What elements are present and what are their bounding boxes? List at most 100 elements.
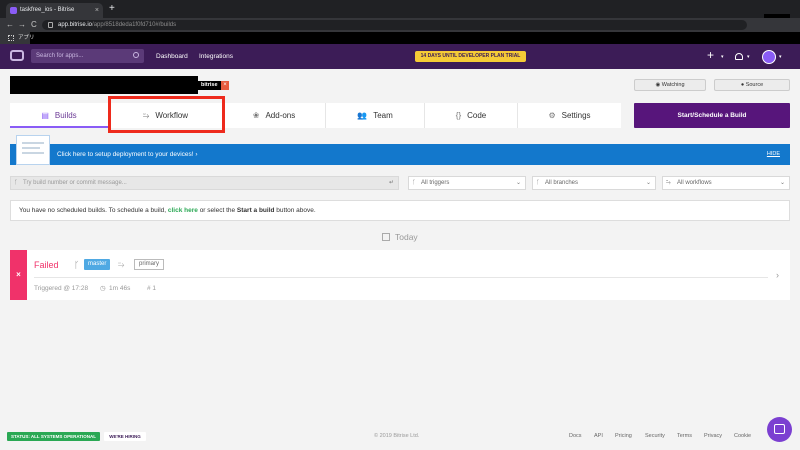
tab-addons[interactable]: ❀ Add-ons: [223, 103, 326, 128]
start-schedule-build-button[interactable]: Start/Schedule a Build: [634, 103, 790, 128]
source-label: Source: [745, 82, 764, 88]
deployment-setup-banner[interactable]: Click here to setup deployment to your d…: [10, 135, 790, 165]
footer-link-terms[interactable]: Terms: [677, 432, 692, 441]
chat-support-button[interactable]: [767, 417, 792, 442]
search-icon: [133, 52, 139, 58]
team-icon: 👥: [357, 111, 368, 120]
browser-tab-title: taskfree_ios - Bitrise: [20, 7, 75, 13]
calendar-icon: [382, 233, 390, 241]
notice-text-1: You have no scheduled builds. To schedul…: [19, 207, 168, 214]
trial-banner[interactable]: 14 DAYS UNTIL DEVELOPER PLAN TRIAL ENDS: [415, 51, 526, 70]
branches-select[interactable]: ᚴ All branches ⌄: [532, 176, 656, 190]
failed-status-icon: ×: [10, 250, 27, 300]
today-label: Today: [395, 232, 418, 242]
tab-builds[interactable]: ▤ Builds: [10, 103, 109, 128]
bookmark-apps[interactable]: アプリ: [8, 34, 35, 42]
code-icon: {}: [455, 111, 462, 120]
build-divider: [34, 277, 768, 278]
build-search-placeholder: Try build number or commit message...: [23, 180, 127, 186]
nav-link-integrations[interactable]: Integrations: [199, 52, 233, 61]
notice-text-3: button above.: [274, 207, 316, 214]
forward-arrow-icon[interactable]: →: [18, 19, 26, 31]
banner-text: Click here to setup deployment to your d…: [57, 144, 198, 165]
builds-icon: ▤: [41, 111, 49, 120]
copyright-text: © 2019 Bitrise Ltd.: [374, 433, 420, 439]
browser-tab[interactable]: taskfree_ios - Bitrise ×: [6, 3, 103, 18]
add-new-plus-icon[interactable]: +: [707, 49, 714, 62]
account-caret-icon[interactable]: ▾: [779, 54, 782, 60]
system-status-badge[interactable]: STATUS: ALL SYSTEMS OPERATIONAL: [7, 432, 100, 441]
schedule-click-here-link[interactable]: click here: [168, 207, 198, 214]
watching-label: Watching: [661, 82, 685, 88]
build-number: # 1: [147, 285, 157, 292]
chevron-down-icon: ⌄: [779, 180, 785, 186]
triggers-select[interactable]: ᚴ All triggers ⌄: [408, 176, 526, 190]
reload-icon[interactable]: C: [31, 19, 37, 31]
user-avatar[interactable]: [762, 50, 776, 64]
build-search-input[interactable]: ᚴ Try build number or commit message... …: [10, 176, 399, 190]
build-duration: 1m 46s: [109, 285, 131, 292]
clock-icon: ◷: [100, 285, 106, 292]
tab-team-label: Team: [373, 111, 393, 120]
new-tab-button[interactable]: +: [109, 3, 115, 15]
footer-link-api[interactable]: API: [594, 432, 603, 441]
notification-bell-icon[interactable]: [735, 53, 743, 60]
hiring-badge[interactable]: WE'RE HIRING: [104, 432, 146, 441]
triggered-time: Triggered @ 17:28: [34, 285, 89, 292]
branches-value: All branches: [545, 180, 579, 186]
footer-link-pricing[interactable]: Pricing: [615, 432, 632, 441]
chevron-right-icon[interactable]: ›: [776, 270, 779, 280]
bookmarks-bar: アプリ: [0, 32, 800, 44]
url-path: /app/8518deda1f0fd710#/builds: [92, 22, 177, 28]
url-field[interactable]: app.bitrise.io/app/8518deda1f0fd710#/bui…: [42, 20, 747, 30]
watching-button[interactable]: ◉ Watching: [634, 79, 706, 91]
notice-text-2: or select the: [197, 207, 237, 214]
app-tabs: ▤ Builds ⥲ Workflow ❀ Add-ons 👥 Team {} Code …: [10, 103, 621, 128]
app-search-input[interactable]: Search for apps...: [31, 49, 144, 63]
browser-address-bar: ← → C app.bitrise.io/app/8518deda1f0fd71…: [0, 18, 800, 32]
lock-icon: [48, 22, 53, 28]
banner-chevron-icon: ›: [195, 151, 198, 158]
footer-link-docs[interactable]: Docs: [569, 432, 582, 441]
bitrise-logo-icon[interactable]: [10, 50, 24, 61]
workflow-filter-icon: ⥲: [666, 180, 671, 186]
apps-grid-icon: [8, 35, 14, 41]
footer-link-security[interactable]: Security: [645, 432, 665, 441]
workflows-select[interactable]: ⥲ All workflows ⌄: [662, 176, 790, 190]
footer-link-cookie[interactable]: Cookie: [734, 432, 751, 441]
settings-icon: ⚙: [548, 111, 556, 120]
tab-code[interactable]: {} Code: [425, 103, 518, 128]
app-name-redacted: [10, 76, 198, 94]
addons-icon: ❀: [252, 111, 260, 120]
tab-settings[interactable]: ⚙ Settings: [518, 103, 621, 128]
workflow-badge: primary: [134, 259, 165, 270]
close-tab-icon[interactable]: ×: [95, 3, 99, 18]
build-status: Failed: [34, 260, 59, 270]
device-illustration-icon: [16, 135, 50, 165]
owner-badge-close-icon[interactable]: ×: [221, 81, 229, 90]
bookmark-apps-label: アプリ: [18, 35, 35, 41]
banner-hide-link[interactable]: HIDE: [767, 144, 780, 165]
app-owner-badge: bitrise: [198, 81, 221, 90]
browser-tab-bar: taskfree_ios - Bitrise × +: [0, 0, 800, 29]
source-button[interactable]: ● Source: [714, 79, 790, 91]
branch-badge: master: [84, 259, 111, 270]
workflows-value: All workflows: [677, 180, 712, 186]
notifications-caret-icon[interactable]: ▾: [747, 54, 750, 60]
workflow-icon: ⥲: [118, 260, 125, 269]
tab-code-label: Code: [467, 111, 487, 120]
date-header: Today: [382, 231, 418, 243]
banner-message: Click here to setup deployment to your d…: [57, 151, 194, 158]
nav-link-dashboard[interactable]: Dashboard: [156, 52, 188, 61]
scheduled-builds-notice: You have no scheduled builds. To schedul…: [10, 200, 790, 221]
back-arrow-icon[interactable]: ←: [6, 19, 14, 31]
redacted-bookmarks: [30, 32, 800, 44]
add-new-dropdown-caret-icon[interactable]: ▾: [721, 54, 724, 60]
top-navigation: Search for apps... Dashboard Integration…: [0, 44, 800, 70]
branch-icon: ᚴ: [536, 180, 540, 186]
trigger-icon: ᚴ: [412, 180, 416, 186]
tab-team[interactable]: 👥 Team: [326, 103, 425, 128]
build-item[interactable]: × Failed ᚴ master ⥲ primary Triggered @ …: [10, 250, 790, 300]
url-domain: app.bitrise.io: [58, 22, 93, 28]
footer-link-privacy[interactable]: Privacy: [704, 432, 722, 441]
